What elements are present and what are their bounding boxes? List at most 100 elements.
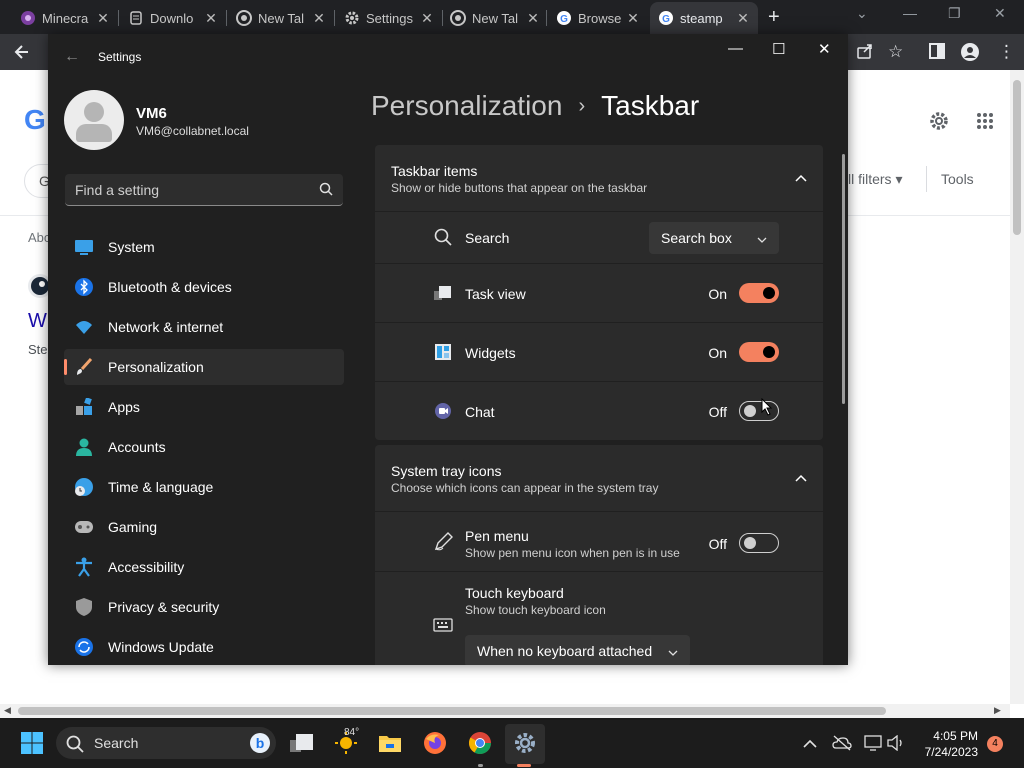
volume-icon[interactable] — [884, 731, 908, 755]
minimize-icon[interactable]: — — [728, 40, 743, 57]
sidebar-item-time-language[interactable]: Time & language — [64, 469, 344, 505]
share-icon[interactable] — [856, 42, 874, 65]
chevron-up-icon[interactable] — [795, 469, 807, 487]
firefox-icon[interactable] — [423, 731, 447, 755]
task-view-toggle[interactable] — [739, 283, 779, 303]
touch-keyboard-dropdown[interactable]: When no keyboard attached — [465, 635, 690, 665]
profile-icon[interactable] — [960, 42, 980, 67]
svg-text:b: b — [256, 735, 265, 751]
google-logo: G — [24, 104, 46, 135]
apps-icon — [74, 397, 94, 417]
pen-menu-toggle[interactable] — [739, 533, 779, 553]
close-window-icon[interactable]: ✕ — [994, 5, 1006, 22]
chevron-up-icon[interactable] — [795, 169, 807, 187]
gear-icon — [344, 10, 360, 26]
accessibility-icon — [74, 557, 94, 577]
bookmark-star-icon[interactable]: ☆ — [888, 42, 903, 62]
close-icon[interactable]: ✕ — [204, 10, 218, 27]
sidepanel-icon[interactable] — [928, 42, 946, 65]
tab-steam-active[interactable]: G steamp ✕ — [650, 2, 758, 34]
sidebar-item-windows-update[interactable]: Windows Update — [64, 629, 344, 665]
setting-row-pen-menu: Pen menu Show pen menu icon when pen is … — [375, 512, 823, 571]
settings-window: ← Settings — ☐ ✕ VM6 VM6@collabnet.local… — [48, 34, 848, 665]
tab-search-icon[interactable]: ⌄ — [856, 5, 868, 22]
sidebar-item-personalization[interactable]: Personalization — [64, 349, 344, 385]
chat-toggle[interactable] — [739, 401, 779, 421]
file-explorer-icon[interactable] — [378, 731, 402, 755]
search-mode-dropdown[interactable]: Search box — [649, 222, 779, 254]
breadcrumb-parent[interactable]: Personalization — [371, 90, 562, 122]
sidebar-item-network[interactable]: Network & internet — [64, 309, 344, 345]
sidebar-item-privacy-security[interactable]: Privacy & security — [64, 589, 344, 625]
page-settings-gear-icon[interactable] — [928, 110, 950, 137]
close-icon[interactable]: ✕ — [96, 10, 110, 27]
task-view-icon[interactable] — [290, 731, 314, 755]
sidebar-item-bluetooth[interactable]: Bluetooth & devices — [64, 269, 344, 305]
back-arrow-icon[interactable]: ← — [64, 48, 80, 66]
sidebar-item-gaming[interactable]: Gaming — [64, 509, 344, 545]
setting-description: Show pen menu icon when pen is in use — [465, 546, 680, 560]
minimize-icon[interactable]: — — [903, 5, 917, 21]
tab-browse[interactable]: G Browse ✕ — [548, 4, 648, 32]
result-title[interactable]: W — [28, 310, 47, 333]
close-icon[interactable]: ✕ — [526, 10, 540, 27]
clock-date[interactable]: 7/24/2023 — [916, 745, 978, 759]
clock-time[interactable]: 4:05 PM — [916, 729, 978, 743]
chrome-icon[interactable] — [468, 731, 492, 755]
close-window-icon[interactable]: ✕ — [818, 40, 831, 58]
page-vertical-scrollbar[interactable] — [1010, 70, 1024, 704]
restore-icon[interactable]: ❐ — [948, 5, 961, 22]
taskbar-items-header[interactable]: Taskbar items Show or hide buttons that … — [375, 145, 823, 211]
svg-text:G: G — [560, 14, 568, 25]
tab-settings[interactable]: Settings ✕ — [336, 4, 442, 32]
maximize-icon[interactable]: ☐ — [772, 40, 785, 58]
search-icon — [433, 227, 453, 247]
apps-grid-icon[interactable] — [976, 112, 994, 135]
close-icon[interactable]: ✕ — [626, 10, 640, 27]
tab-new-tab-2[interactable]: New Tal ✕ — [442, 4, 548, 32]
network-icon[interactable] — [862, 731, 886, 755]
bluetooth-icon — [74, 277, 94, 297]
system-tray-icons-header[interactable]: System tray icons Choose which icons can… — [375, 445, 823, 511]
toggle-state-text: Off — [708, 536, 727, 552]
tools-button[interactable]: Tools — [941, 171, 974, 187]
close-icon[interactable]: ✕ — [420, 10, 434, 27]
minecraft-icon — [20, 10, 36, 26]
selected-indicator — [64, 359, 67, 375]
page-horizontal-scrollbar[interactable]: ◀ ▶ — [0, 704, 1010, 718]
chevron-up-icon[interactable] — [798, 731, 822, 755]
onedrive-icon[interactable] — [830, 731, 854, 755]
chrome-icon — [450, 10, 466, 26]
new-tab-button[interactable]: + — [768, 7, 780, 27]
settings-search-input[interactable]: Find a setting — [65, 174, 343, 206]
tab-new-tab-1[interactable]: New Tal ✕ — [228, 4, 334, 32]
setting-row-search: Search Search box — [375, 212, 823, 263]
taskbar-search-box[interactable]: Search b — [56, 727, 276, 759]
sidebar-item-accounts[interactable]: Accounts — [64, 429, 344, 465]
section-subtitle: Choose which icons can appear in the sys… — [391, 481, 659, 495]
settings-scrollbar[interactable] — [842, 154, 845, 404]
start-button-windows-icon[interactable] — [20, 731, 44, 755]
tab-minecraft[interactable]: Minecra ✕ — [12, 4, 118, 32]
bing-icon[interactable]: b — [249, 732, 271, 759]
notification-badge[interactable]: 4 — [987, 736, 1003, 752]
wifi-icon — [74, 317, 94, 337]
task-view-icon — [433, 283, 453, 303]
widgets-toggle[interactable] — [739, 342, 779, 362]
active-app-indicator — [517, 764, 531, 767]
svg-text:G: G — [662, 14, 670, 25]
tab-download[interactable]: Downlo ✕ — [120, 4, 226, 32]
back-arrow-icon[interactable] — [12, 42, 32, 67]
section-title: System tray icons — [391, 463, 502, 479]
sidebar-item-apps[interactable]: Apps — [64, 389, 344, 425]
setting-label: Pen menu — [465, 528, 529, 544]
running-indicator — [478, 764, 483, 767]
close-icon[interactable]: ✕ — [736, 10, 750, 27]
sidebar-item-system[interactable]: System — [64, 229, 344, 265]
settings-gear-icon[interactable] — [513, 731, 537, 755]
more-menu-icon[interactable]: ⋮ — [998, 42, 1015, 62]
sidebar-item-accessibility[interactable]: Accessibility — [64, 549, 344, 585]
avatar[interactable] — [64, 90, 124, 150]
all-filters-button[interactable]: ll filters ▾ — [848, 171, 902, 188]
close-icon[interactable]: ✕ — [312, 10, 326, 27]
